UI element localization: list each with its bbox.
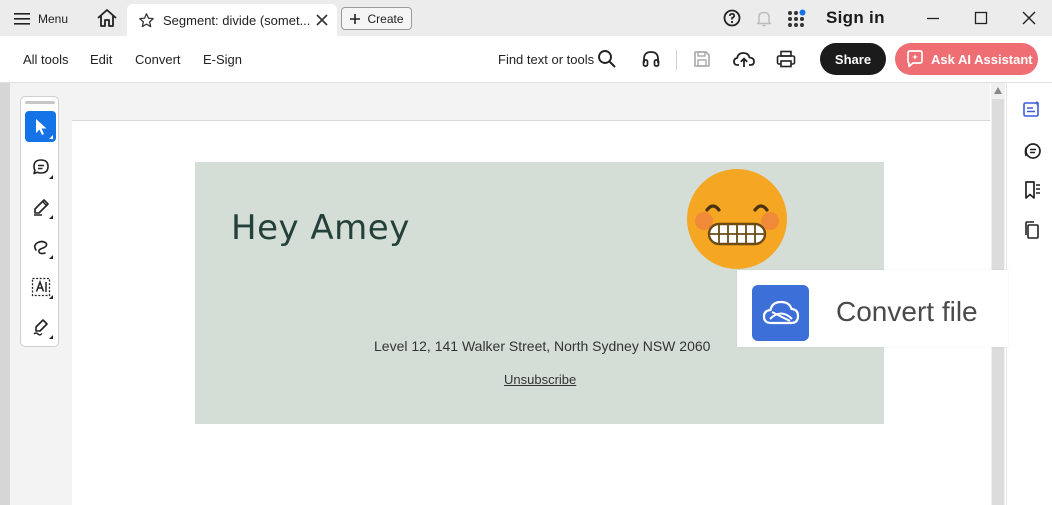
ask-ai-label: Ask AI Assistant xyxy=(931,51,1033,67)
comments-panel-icon[interactable] xyxy=(1022,141,1042,161)
select-tool-button[interactable] xyxy=(25,111,56,142)
draw-tool-button[interactable] xyxy=(25,231,56,262)
lasso-icon xyxy=(33,240,47,254)
apps-grid-icon[interactable] xyxy=(787,9,807,29)
unsubscribe-link[interactable]: Unsubscribe xyxy=(504,372,576,387)
menu-convert[interactable]: Convert xyxy=(135,52,181,67)
sign-icon xyxy=(33,318,48,336)
ask-ai-assistant-button[interactable]: Ask AI Assistant xyxy=(895,43,1038,75)
grimacing-emoji-icon xyxy=(687,169,787,269)
cloud-convert-icon xyxy=(762,300,799,325)
find-text-label[interactable]: Find text or tools xyxy=(498,52,594,67)
comment-icon xyxy=(32,158,49,174)
hamburger-icon xyxy=(14,13,30,25)
sign-tool-button[interactable] xyxy=(25,311,56,342)
menu-label: Menu xyxy=(38,12,69,26)
right-rail xyxy=(1006,83,1052,505)
minimize-icon[interactable] xyxy=(925,10,941,26)
menu-all-tools[interactable]: All tools xyxy=(23,52,69,67)
help-icon[interactable] xyxy=(723,9,741,27)
share-button[interactable]: Share xyxy=(820,43,886,75)
print-icon[interactable] xyxy=(776,49,796,69)
highlight-tool-button[interactable] xyxy=(25,191,56,222)
pages-panel-icon[interactable] xyxy=(1022,220,1042,240)
bookmarks-panel-icon[interactable] xyxy=(1022,180,1042,200)
search-icon[interactable] xyxy=(597,49,617,69)
tool-bar: All tools Edit Convert E-Sign Find text … xyxy=(0,36,1052,83)
sign-in-link[interactable]: Sign in xyxy=(826,8,885,28)
convert-icon-tile xyxy=(752,285,809,341)
maximize-icon[interactable] xyxy=(973,10,989,26)
menu-e-sign[interactable]: E-Sign xyxy=(203,52,242,67)
scroll-up-icon[interactable] xyxy=(994,87,1002,94)
bell-icon[interactable] xyxy=(755,9,773,27)
left-gutter xyxy=(0,83,10,505)
palette-grip[interactable] xyxy=(25,101,55,104)
toolbar-divider xyxy=(676,50,677,70)
create-button[interactable]: Create xyxy=(341,7,412,30)
email-greeting: Hey Amey xyxy=(231,208,410,248)
create-label: Create xyxy=(367,11,404,26)
home-icon[interactable] xyxy=(96,8,118,28)
convert-file-popup[interactable]: Convert file xyxy=(737,270,1008,347)
tool-palette xyxy=(20,96,59,347)
pen-icon xyxy=(33,198,49,216)
tab-title: Segment: divide (somet... xyxy=(163,12,311,28)
plus-icon xyxy=(350,13,361,24)
cloud-upload-icon[interactable] xyxy=(733,49,755,69)
headphones-icon[interactable] xyxy=(641,49,661,69)
document-tab[interactable]: Segment: divide (somet... xyxy=(127,4,337,36)
save-icon[interactable] xyxy=(692,49,712,69)
text-select-tool-button[interactable] xyxy=(25,271,56,302)
convert-file-label: Convert file xyxy=(836,296,978,327)
menu-edit[interactable]: Edit xyxy=(90,52,112,67)
title-bar: Menu Segment: divide (somet... Create Si… xyxy=(0,0,1052,36)
text-select-icon xyxy=(31,277,50,296)
close-icon[interactable] xyxy=(315,13,329,27)
edit-panel-icon[interactable] xyxy=(1022,99,1042,119)
cursor-icon xyxy=(35,118,46,135)
window-close-icon[interactable] xyxy=(1021,10,1037,26)
email-address-footer: Level 12, 141 Walker Street, North Sydne… xyxy=(374,338,711,354)
ai-assistant-icon xyxy=(907,50,923,68)
comment-tool-button[interactable] xyxy=(25,151,56,182)
star-icon[interactable] xyxy=(138,12,155,29)
menu-button[interactable]: Menu xyxy=(14,9,68,29)
